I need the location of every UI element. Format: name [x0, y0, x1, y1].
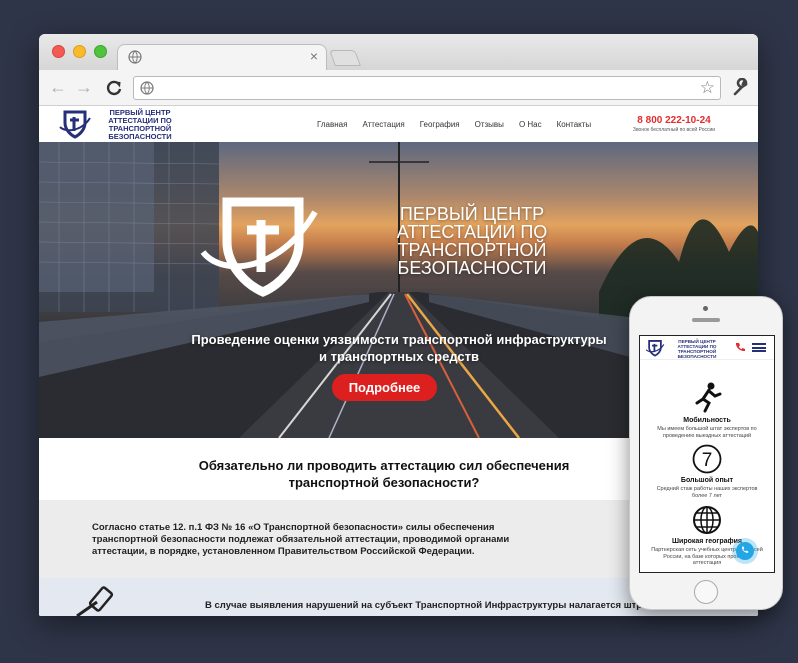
bookmark-star-icon[interactable]: ☆ [700, 78, 715, 98]
shield-logo-icon[interactable] [58, 109, 92, 139]
phone-note: Звонок бесплатный по всей России [632, 127, 716, 133]
back-button[interactable]: ← [49, 78, 67, 96]
phone-mockup: Первый центр аттестации по транспортной … [629, 296, 783, 610]
gavel-icon [76, 586, 114, 616]
hero-shield-logo-icon [200, 197, 318, 297]
nav-item-about[interactable]: О Нас [519, 120, 542, 129]
globe-icon [140, 81, 154, 95]
mobile-header: Первый центр аттестации по транспортной … [640, 336, 774, 360]
tab-close-icon[interactable]: × [310, 48, 318, 64]
new-tab-button[interactable] [329, 50, 361, 66]
hamburger-menu-icon[interactable] [752, 343, 766, 352]
feature-title: Мобильность [683, 417, 731, 424]
phone-camera [703, 306, 708, 311]
mobile-logo-text[interactable]: Первый центр аттестации по транспортной … [667, 339, 727, 359]
phone-icon [741, 546, 749, 553]
law-text: Согласно статье 12. п.1 ФЗ № 16 «О Транс… [92, 522, 510, 557]
feature-description: Мы имеем большой штат экспертов по прове… [657, 426, 757, 439]
globe-icon [128, 50, 142, 64]
forward-button[interactable]: → [75, 78, 93, 96]
nav-item-contacts[interactable]: Контакты [557, 120, 592, 129]
reload-button[interactable] [105, 79, 123, 97]
feature-title: Большой опыт [680, 477, 734, 484]
browser-tab[interactable]: × [117, 44, 327, 70]
main-nav: Главная Аттестация География Отзывы О На… [317, 120, 606, 129]
phone-home-button[interactable] [694, 580, 718, 604]
phone-number[interactable]: 8 800 222-10-24 [619, 115, 729, 126]
hero-subtitle: Проведение оценки уязвимости транспортно… [191, 332, 607, 364]
minimize-window-button[interactable] [73, 45, 86, 58]
shield-logo-icon[interactable] [645, 339, 665, 357]
seven-digit: 7 [702, 450, 713, 471]
close-window-button[interactable] [52, 45, 65, 58]
phone-speaker [692, 318, 720, 322]
phone-icon[interactable] [735, 342, 745, 352]
wrench-icon[interactable] [732, 78, 750, 96]
running-man-icon [695, 382, 722, 413]
callback-button[interactable] [736, 542, 754, 560]
address-bar[interactable]: ☆ [133, 76, 721, 100]
header-phone: 8 800 222-10-24 Звонок бесплатный по все… [619, 115, 729, 133]
more-button[interactable]: Подробнее [332, 374, 437, 401]
site-header: Первый центр аттестации по транспортной … [39, 106, 758, 142]
mobile-screen: Первый центр аттестации по транспортной … [639, 335, 775, 573]
nav-item-geography[interactable]: География [420, 120, 460, 129]
question-heading: Обязательно ли проводить аттестацию сил … [198, 458, 570, 490]
seven-circle-icon: 7 [692, 444, 722, 474]
nav-item-attestation[interactable]: Аттестация [362, 120, 404, 129]
feature-description: Средний стаж работы наших экспертов боле… [656, 486, 758, 499]
hero-title: Первый центр аттестации по транспортной … [396, 204, 548, 278]
nav-item-home[interactable]: Главная [317, 120, 347, 129]
globe-icon [693, 506, 721, 534]
browser-toolbar: ← → ☆ [39, 70, 758, 106]
site-logo-text[interactable]: Первый центр аттестации по транспортной … [95, 109, 185, 141]
nav-item-reviews[interactable]: Отзывы [475, 120, 504, 129]
maximize-window-button[interactable] [94, 45, 107, 58]
browser-titlebar: × [39, 34, 758, 70]
